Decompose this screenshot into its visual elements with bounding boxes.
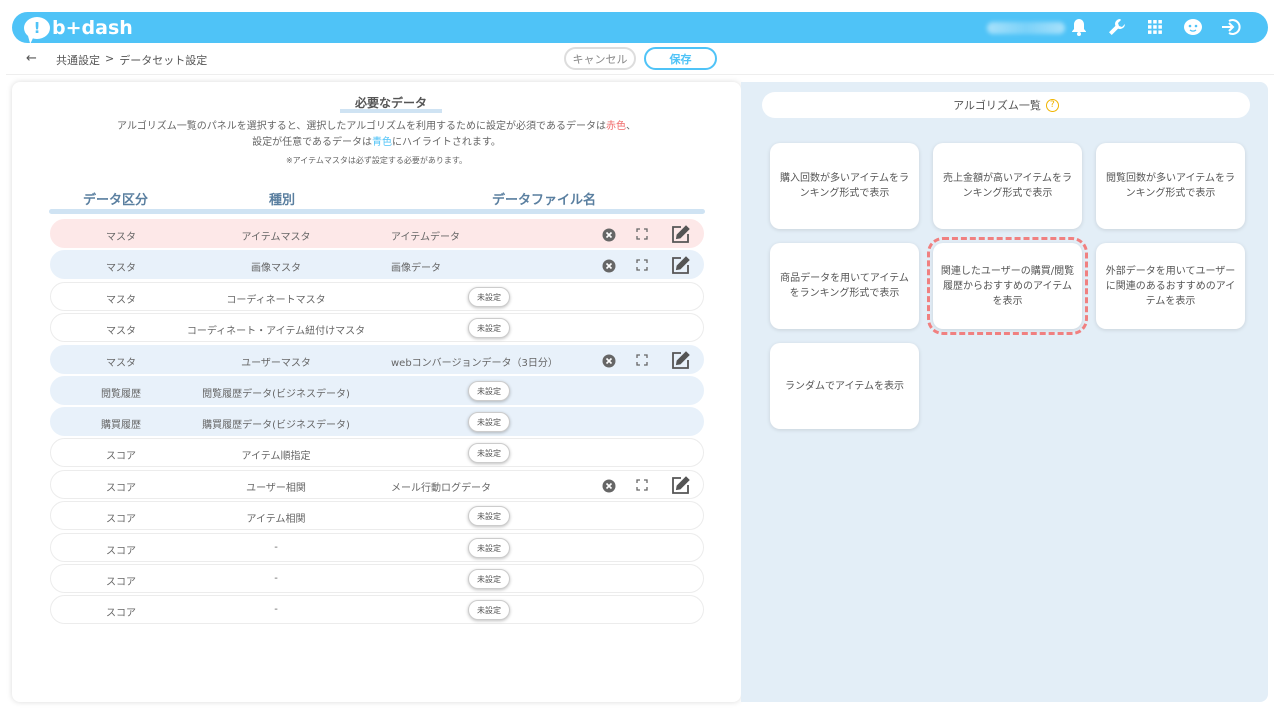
table-row[interactable]: スコア - 未設定: [50, 595, 704, 624]
algorithm-card[interactable]: 関連したユーザーの購買/閲覧履歴からおすすめのアイテムを表示: [927, 237, 1088, 335]
table-row[interactable]: 閲覧履歴 閲覧履歴データ(ビジネスデータ) 未設定: [50, 376, 704, 405]
unset-button[interactable]: 未設定: [468, 538, 510, 558]
row-filename: 画像データ: [391, 263, 441, 274]
required-data-title: 必要なデータ: [340, 97, 442, 113]
back-arrow-icon[interactable]: ←: [26, 51, 37, 66]
header-divider: [49, 209, 705, 214]
breadcrumb-item-common-settings[interactable]: 共通設定: [56, 52, 100, 68]
row-type: コーディネートマスタ: [226, 295, 326, 306]
sub-bar: ← 共通設定 > データセット設定 キャンセル 保存: [6, 43, 1274, 75]
row-type: アイテムマスタ: [241, 232, 311, 243]
column-header-filename: データファイル名: [492, 193, 597, 208]
table-row[interactable]: スコア - 未設定: [50, 564, 704, 593]
edit-icon[interactable]: [671, 351, 690, 370]
row-type: -: [274, 573, 278, 584]
clear-icon[interactable]: [602, 259, 616, 273]
algorithm-card[interactable]: 売上金額が高いアイテムをランキング形式で表示: [933, 143, 1082, 229]
grid-icon[interactable]: [1144, 16, 1166, 38]
clear-icon[interactable]: [602, 354, 616, 368]
algorithm-card[interactable]: 閲覧回数が多いアイテムをランキング形式で表示: [1096, 143, 1245, 229]
row-filename: メール行動ログデータ: [391, 483, 491, 494]
breadcrumb-separator: >: [105, 52, 115, 65]
breadcrumb: 共通設定 > データセット設定: [56, 52, 207, 68]
expand-icon[interactable]: [636, 259, 648, 271]
unset-button[interactable]: 未設定: [468, 569, 510, 589]
row-filename: webコンバージョンデータ（3日分）: [391, 358, 558, 369]
table-row[interactable]: 購買履歴 購買履歴データ(ビジネスデータ) 未設定: [50, 407, 704, 436]
row-type: アイテム順指定: [241, 451, 311, 462]
unset-button[interactable]: 未設定: [468, 443, 510, 463]
row-type: ユーザーマスタ: [241, 358, 311, 369]
row-type: 購買履歴データ(ビジネスデータ): [202, 420, 350, 431]
clear-icon[interactable]: [602, 228, 616, 242]
row-type: コーディネート・アイテム紐付けマスタ: [186, 326, 366, 337]
wrench-icon[interactable]: [1106, 16, 1128, 38]
clear-icon[interactable]: [602, 479, 616, 493]
support-icon[interactable]: [1182, 16, 1204, 38]
row-type: アイテム相関: [246, 514, 306, 525]
expand-icon[interactable]: [636, 479, 648, 491]
logo-bubble-icon: !: [24, 17, 50, 39]
row-type: 画像マスタ: [251, 263, 301, 274]
algorithm-panel: アルゴリズム一覧 ? 購入回数が多いアイテムをランキング形式で表示 売上金額が高い…: [741, 82, 1268, 702]
cancel-button[interactable]: キャンセル: [564, 47, 636, 70]
algorithm-card[interactable]: 商品データを用いてアイテムをランキング形式で表示: [770, 243, 919, 329]
row-type: ユーザー相関: [246, 483, 306, 494]
row-type: 閲覧履歴データ(ビジネスデータ): [202, 389, 350, 400]
breadcrumb-item-dataset-settings: データセット設定: [119, 54, 208, 67]
help-icon[interactable]: ?: [1045, 98, 1059, 112]
table-row[interactable]: スコア アイテム相関 未設定: [50, 501, 704, 530]
table-row[interactable]: マスタ ユーザーマスタ webコンバージョンデータ（3日分）: [50, 345, 704, 374]
logo[interactable]: ! b+dash: [24, 16, 133, 40]
table-row[interactable]: マスタ 画像マスタ 画像データ: [50, 250, 704, 279]
bell-icon[interactable]: [1068, 16, 1090, 38]
algorithm-card[interactable]: 購入回数が多いアイテムをランキング形式で表示: [770, 143, 919, 229]
unset-button[interactable]: 未設定: [468, 412, 510, 432]
row-type: -: [274, 542, 278, 553]
algorithm-card[interactable]: 外部データを用いてユーザーに関連のあるおすすめのアイテムを表示: [1096, 243, 1245, 329]
required-data-description: アルゴリズム一覧のパネルを選択すると、選択したアルゴリズムを利用するために設定が…: [117, 121, 636, 148]
algorithm-list-header: アルゴリズム一覧 ?: [762, 92, 1250, 118]
table-row[interactable]: スコア - 未設定: [50, 533, 704, 562]
expand-icon[interactable]: [636, 354, 648, 366]
unset-button[interactable]: 未設定: [468, 506, 510, 526]
row-type: -: [274, 604, 278, 615]
column-header-category: データ区分: [83, 193, 149, 208]
table-row[interactable]: マスタ コーディネートマスタ 未設定: [50, 282, 704, 311]
table-row[interactable]: マスタ アイテムマスタ アイテムデータ: [50, 219, 704, 248]
unset-button[interactable]: 未設定: [468, 381, 510, 401]
unset-button[interactable]: 未設定: [468, 318, 510, 338]
table-row[interactable]: スコア アイテム順指定 未設定: [50, 438, 704, 467]
expand-icon[interactable]: [636, 228, 648, 240]
edit-icon[interactable]: [671, 225, 690, 244]
algorithm-list-title: アルゴリズム一覧: [953, 99, 1041, 112]
logout-icon[interactable]: [1220, 16, 1242, 38]
edit-icon[interactable]: [671, 476, 690, 495]
top-bar: ! b+dash: [12, 12, 1268, 43]
edit-icon[interactable]: [671, 256, 690, 275]
row-filename: アイテムデータ: [391, 232, 460, 243]
unset-button[interactable]: 未設定: [468, 287, 510, 307]
save-button[interactable]: 保存: [644, 47, 717, 70]
required-data-note: ※アイテムマスタは必ず設定する必要があります。: [285, 156, 468, 165]
table-row[interactable]: スコア ユーザー相関 メール行動ログデータ: [50, 470, 704, 499]
table-row[interactable]: マスタ コーディネート・アイテム紐付けマスタ 未設定: [50, 313, 704, 342]
column-header-type: 種別: [269, 193, 296, 208]
unset-button[interactable]: 未設定: [468, 600, 510, 620]
required-data-panel: 必要なデータ アルゴリズム一覧のパネルを選択すると、選択したアルゴリズムを利用す…: [12, 82, 741, 702]
logo-text: b+dash: [52, 17, 133, 39]
user-name-blurred[interactable]: [987, 22, 1065, 34]
algorithm-card[interactable]: ランダムでアイテムを表示: [770, 343, 919, 429]
